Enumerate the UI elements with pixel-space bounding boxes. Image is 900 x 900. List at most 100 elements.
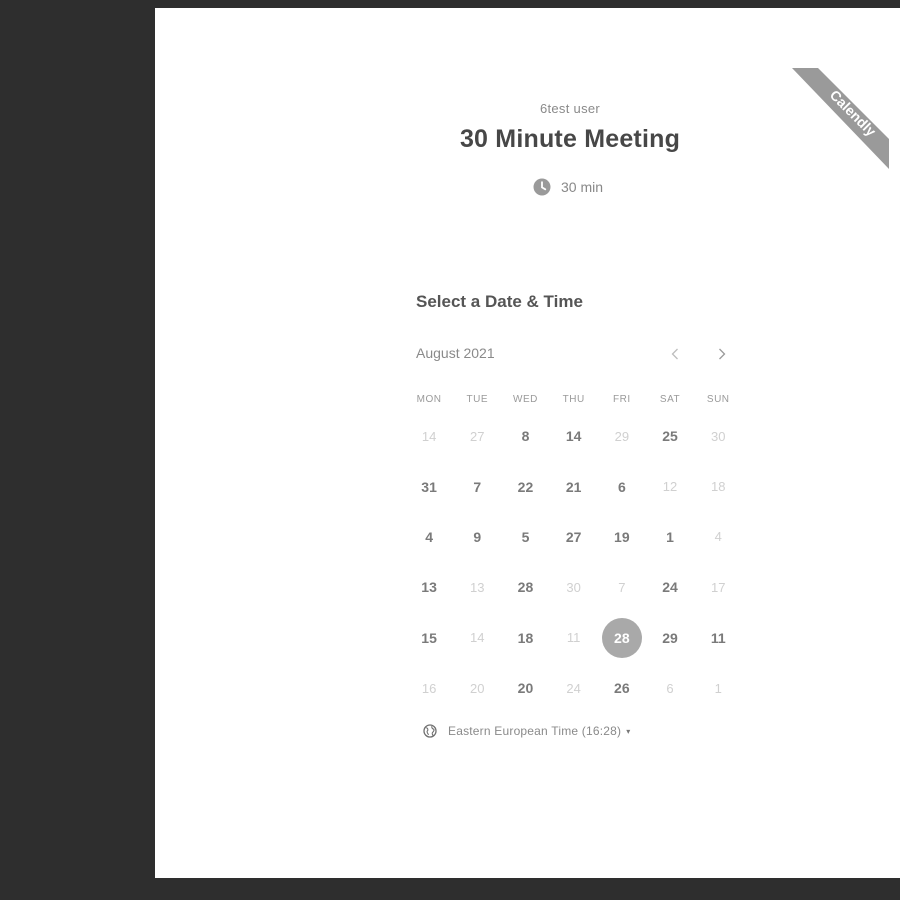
calendar-day-unavailable: 16 <box>405 663 453 713</box>
calendar-day-available[interactable]: 7 <box>453 461 501 511</box>
calendar-day-number: 16 <box>421 680 437 696</box>
calendar-day-number: 6 <box>617 478 626 495</box>
calendar-day-number: 20 <box>517 680 534 697</box>
calendar-day-available[interactable]: 6 <box>598 461 646 511</box>
calendar-day-available[interactable]: 27 <box>550 512 598 562</box>
event-duration: 30 min <box>533 176 603 198</box>
calendar-day-available[interactable]: 13 <box>405 562 453 612</box>
globe-icon <box>423 724 437 738</box>
calendar-day-available[interactable]: 19 <box>598 512 646 562</box>
calendar-day-number: 26 <box>614 680 630 697</box>
calendar-day-number: 14 <box>565 428 582 445</box>
calendar-day-available[interactable]: 29 <box>646 613 694 663</box>
calendar-day-number: 30 <box>710 428 726 444</box>
calendar-day-available[interactable]: 26 <box>598 663 646 713</box>
calendar-day-number: 29 <box>662 629 678 646</box>
calendar-day-available[interactable]: 15 <box>405 613 453 663</box>
calendar-day-number: 14 <box>421 428 437 444</box>
calendar-day-available[interactable]: 24 <box>646 562 694 612</box>
calendar-day-number: 21 <box>565 478 582 495</box>
booking-card: POWERED BY Calendly 6test user 30 Minute… <box>155 8 900 878</box>
current-month-label: August 2021 <box>416 345 495 361</box>
calendar-day-available[interactable]: 4 <box>405 512 453 562</box>
calendar-day-unavailable: 27 <box>453 411 501 461</box>
calendar-day-number: 30 <box>566 579 581 595</box>
calendar-day-available[interactable]: 22 <box>501 461 549 511</box>
calendar-day-number: 15 <box>421 629 437 646</box>
calendar-day-number: 19 <box>614 528 630 545</box>
calendar-day-number: 25 <box>662 428 678 445</box>
calendar-day-available[interactable]: 28 <box>501 562 549 612</box>
calendar-day-number: 20 <box>470 680 485 696</box>
calendar-day-unavailable: 11 <box>550 613 598 663</box>
chevron-right-icon <box>719 348 726 360</box>
calendar-day-available[interactable]: 11 <box>694 613 742 663</box>
weekday-label: MON <box>416 394 442 405</box>
weekday-header-row: MON TUE WED THU FRI SAT SUN <box>405 394 742 405</box>
calendar-day-number: 24 <box>566 680 581 696</box>
select-date-time-heading: Select a Date & Time <box>416 292 583 311</box>
calendar-day-number: 18 <box>710 479 726 495</box>
calendar-day-available[interactable]: 18 <box>501 613 549 663</box>
calendar-day-unavailable: 13 <box>453 562 501 612</box>
calendar-day-unavailable: 29 <box>598 411 646 461</box>
calendar-day-number: 29 <box>614 428 630 444</box>
calendar-day-number: 4 <box>425 528 433 545</box>
calendar-day-unavailable: 1 <box>694 663 742 713</box>
calendar-day-available[interactable]: 20 <box>501 663 549 713</box>
calendar-grid: 14 27 8 14 29 25 30 31 7 22 21 6 12 18 4 9 5 27 19 1 4 13 13 28… <box>405 411 742 713</box>
calendar-day-number: 17 <box>710 579 726 595</box>
calendar-day-number: 7 <box>473 478 482 495</box>
calendar-day-number: 12 <box>662 479 678 495</box>
calendar-day-unavailable: 20 <box>453 663 501 713</box>
event-title: 30 Minute Meeting <box>459 125 681 153</box>
calendar-day-number: 1 <box>714 680 722 696</box>
timezone-selector[interactable]: Eastern European Time (16:28) ▾ <box>423 724 630 738</box>
calendar-day-available[interactable]: 25 <box>646 411 694 461</box>
calendar-day-unavailable: 14 <box>405 411 453 461</box>
calendar-day-available[interactable]: 31 <box>405 461 453 511</box>
calendar-day-number: 11 <box>710 629 726 646</box>
previous-month-button[interactable] <box>663 342 687 366</box>
weekday-label: TUE <box>466 394 489 405</box>
calendar-day-unavailable: 30 <box>694 411 742 461</box>
weekday-label: WED <box>513 394 538 405</box>
calendar-day-number: 18 <box>517 629 534 646</box>
calendar-day-available[interactable]: 21 <box>550 461 598 511</box>
calendar-day-number: 8 <box>521 428 530 445</box>
calendar-day-available[interactable]: 1 <box>646 512 694 562</box>
calendar-day-selected[interactable]: 28 <box>598 613 646 663</box>
calendar-day-number: 13 <box>421 579 437 596</box>
calendar-day-unavailable: 30 <box>550 562 598 612</box>
calendar-day-number: 27 <box>470 428 485 444</box>
clock-icon <box>533 178 551 196</box>
calendar-day-unavailable: 17 <box>694 562 742 612</box>
chevron-left-icon <box>671 348 678 360</box>
event-owner-name: 6test user <box>539 101 601 116</box>
calendar-day-number: 24 <box>662 579 678 596</box>
calendar-day-number: 6 <box>666 680 674 696</box>
calendar-day-unavailable: 18 <box>694 461 742 511</box>
calendar-day-number: 27 <box>565 528 582 545</box>
weekday-label: FRI <box>613 394 631 405</box>
calendar-day-number: 9 <box>473 528 482 545</box>
calendar-day-unavailable: 12 <box>646 461 694 511</box>
calendar-day-available[interactable]: 14 <box>550 411 598 461</box>
calendar-day-unavailable: 24 <box>550 663 598 713</box>
calendar-day-number: 22 <box>517 478 534 495</box>
calendar-day-number: 4 <box>714 529 722 545</box>
timezone-label: Eastern European Time (16:28) <box>448 724 622 738</box>
calendar-day-available[interactable]: 5 <box>501 512 549 562</box>
calendar-day-number: 28 <box>517 579 534 596</box>
calendar-day-number: 7 <box>618 579 626 595</box>
calendar-day-unavailable: 7 <box>598 562 646 612</box>
calendar-day-unavailable: 14 <box>453 613 501 663</box>
weekday-label: THU <box>562 394 585 405</box>
calendar-day-available[interactable]: 9 <box>453 512 501 562</box>
calendar-day-available[interactable]: 8 <box>501 411 549 461</box>
next-month-button[interactable] <box>710 342 734 366</box>
calendar-day-unavailable: 4 <box>694 512 742 562</box>
calendar-day-number: 14 <box>470 630 485 646</box>
calendar-day-number: 11 <box>566 630 581 646</box>
calendar-day-number: 1 <box>666 528 674 545</box>
